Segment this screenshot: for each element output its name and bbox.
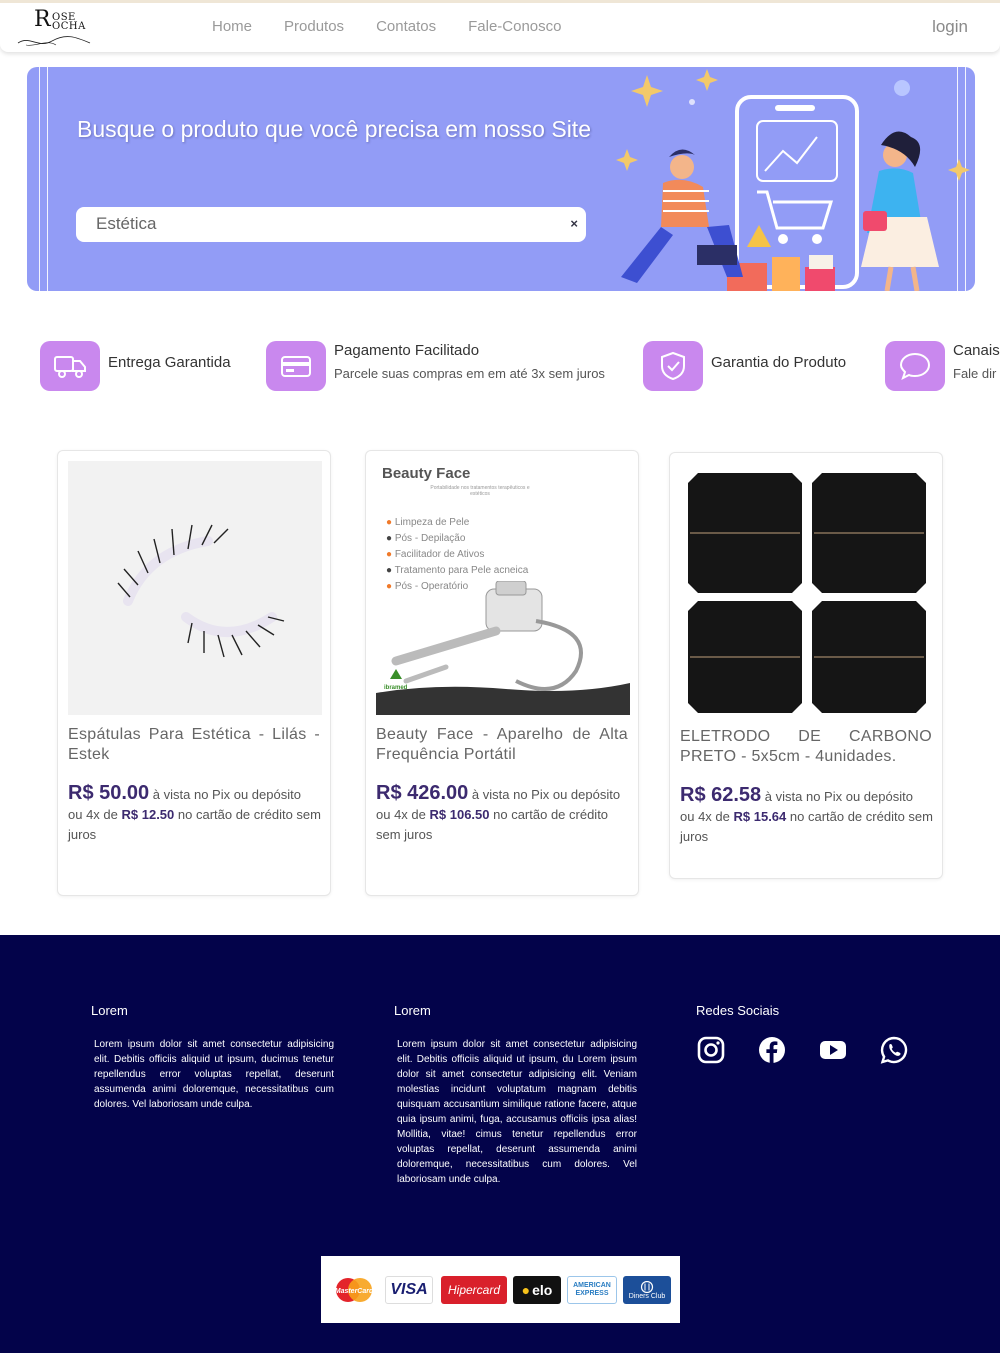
banner-frame-line xyxy=(47,67,48,291)
product-card[interactable]: Beauty Face Portabilidade nos tratamento… xyxy=(365,450,639,896)
price-note: à vista no Pix ou depósito xyxy=(152,787,301,802)
feature-title: Garantia do Produto xyxy=(711,354,847,371)
instagram-icon[interactable] xyxy=(696,1035,726,1065)
image-bullet: Tratamento para Pele acneica xyxy=(394,565,529,576)
site-header: R OSE OCHA Home Produtos Contatos Fale-C… xyxy=(0,0,1000,52)
elo-icon: ● elo xyxy=(513,1276,561,1304)
footer-col2-title: Lorem xyxy=(394,1003,431,1018)
feature-subtitle: Parcele suas compras em em até 3x sem ju… xyxy=(334,366,605,381)
hipercard-label: Hipercard xyxy=(447,1283,501,1297)
image-bullet: Facilitador de Ativos xyxy=(394,549,485,560)
price-note: à vista no Pix ou depósito xyxy=(764,789,913,804)
product-price-block: R$ 426.00 à vista no Pix ou depósito ou … xyxy=(376,783,630,845)
visa-label: VISA xyxy=(390,1281,428,1298)
feature-item: Entrega Garantida xyxy=(40,335,260,395)
nav-fale-conosco[interactable]: Fale-Conosco xyxy=(468,18,561,35)
carbon-electrode-image-icon xyxy=(680,463,934,717)
social-links xyxy=(696,1035,940,1065)
product-price: R$ 62.58 xyxy=(680,784,762,806)
installment-prefix: ou 4x de xyxy=(68,807,118,822)
hipercard-icon: Hipercard xyxy=(441,1276,507,1304)
image-brand: ibramed xyxy=(384,685,408,691)
diners-club-icon: Diners Club xyxy=(623,1276,671,1304)
installment-prefix: ou 4x de xyxy=(680,809,730,824)
logo-flourish-icon xyxy=(17,36,91,46)
installment-prefix: ou 4x de xyxy=(376,807,426,822)
feature-title: Canais xyxy=(953,342,1000,359)
hero-banner: Busque o produto que você precisa em nos… xyxy=(27,67,975,291)
whatsapp-icon[interactable] xyxy=(879,1035,909,1065)
amex-label: AMERICAN EXPRESS xyxy=(573,1282,611,1297)
product-card[interactable]: ELETRODO DE CARBONO PRETO - 5x5cm - 4uni… xyxy=(669,452,943,879)
price-note: à vista no Pix ou depósito xyxy=(471,787,621,802)
credit-card-icon xyxy=(266,341,326,391)
features-strip: Entrega Garantida Pagamento Facilitado P… xyxy=(0,335,1000,405)
feature-subtitle: Fale dir xyxy=(953,366,997,381)
image-bullet: Limpeza de Pele xyxy=(394,517,470,528)
footer-social-title: Redes Sociais xyxy=(696,1003,780,1018)
footer-col2-text: Lorem ipsum dolor sit amet consectetur a… xyxy=(397,1039,637,1185)
product-name[interactable]: Beauty Face - Aparelho de Alta Frequênci… xyxy=(376,725,628,765)
mastercard-label: MasterCard xyxy=(335,1288,374,1295)
installment-value: R$ 106.50 xyxy=(429,807,490,822)
truck-icon xyxy=(40,341,100,391)
product-price-block: R$ 50.00 à vista no Pix ou depósito ou 4… xyxy=(68,783,322,845)
elo-label: elo xyxy=(532,1282,553,1298)
device-image-icon xyxy=(376,581,630,715)
feature-item: Canais Fale dir xyxy=(885,335,1000,395)
banner-title: Busque o produto que você precisa em nos… xyxy=(77,116,591,142)
mastercard-icon: MasterCard xyxy=(331,1276,377,1304)
visa-icon: VISA xyxy=(385,1276,433,1304)
site-footer: Lorem Lorem ipsum dolor sit amet consect… xyxy=(0,935,1000,1353)
image-brand-title: Beauty Face xyxy=(382,465,471,482)
footer-col1-title: Lorem xyxy=(91,1003,128,1018)
product-image[interactable] xyxy=(680,463,934,717)
facebook-icon[interactable] xyxy=(757,1035,787,1065)
feature-title: Entrega Garantida xyxy=(108,354,231,371)
product-price: R$ 50.00 xyxy=(68,782,150,804)
amex-icon: AMERICAN EXPRESS xyxy=(567,1276,617,1304)
product-image[interactable]: Beauty Face Portabilidade nos tratamento… xyxy=(376,461,630,715)
installment-value: R$ 15.64 xyxy=(733,809,787,824)
nav-contatos[interactable]: Contatos xyxy=(376,18,436,35)
product-image[interactable] xyxy=(68,461,322,715)
brand-logo[interactable]: R OSE OCHA xyxy=(16,7,92,49)
clear-search-button[interactable]: × xyxy=(570,216,578,231)
image-subtitle: Portabilidade nos tratamentos terapêutic… xyxy=(430,485,530,497)
product-price-block: R$ 62.58 à vista no Pix ou depósito ou 4… xyxy=(680,785,934,847)
search-box[interactable]: × xyxy=(76,207,586,242)
main-nav: Home Produtos Contatos Fale-Conosco xyxy=(212,18,594,35)
shield-check-icon xyxy=(643,341,703,391)
youtube-icon[interactable] xyxy=(818,1035,848,1065)
footer-col1-text: Lorem ipsum dolor sit amet consectetur a… xyxy=(94,1039,334,1110)
nav-home[interactable]: Home xyxy=(212,18,252,35)
diners-label: Diners Club xyxy=(628,1292,666,1300)
payment-methods: MasterCard VISA Hipercard ● elo AMERICAN … xyxy=(321,1256,680,1323)
feature-item: Garantia do Produto xyxy=(643,335,873,395)
login-link[interactable]: login xyxy=(932,17,968,37)
nav-produtos[interactable]: Produtos xyxy=(284,18,344,35)
logo-text: OSE OCHA xyxy=(52,12,86,32)
feature-item: Pagamento Facilitado Parcele suas compra… xyxy=(266,335,626,395)
banner-frame-line xyxy=(39,67,40,291)
logo-monogram: R xyxy=(34,7,51,32)
chat-bubble-icon xyxy=(885,341,945,391)
shopping-illustration-icon xyxy=(616,69,970,291)
image-bullet: Pós - Depilação xyxy=(394,533,466,544)
feature-title: Pagamento Facilitado xyxy=(334,342,480,359)
product-name[interactable]: Espátulas Para Estética - Lilás - Estek xyxy=(68,725,320,765)
product-price: R$ 426.00 xyxy=(376,782,469,804)
eyelash-image-icon xyxy=(68,461,322,715)
product-name[interactable]: ELETRODO DE CARBONO PRETO - 5x5cm - 4uni… xyxy=(680,727,932,767)
product-card[interactable]: Espátulas Para Estética - Lilás - Estek … xyxy=(57,450,331,896)
search-input[interactable] xyxy=(96,214,546,234)
installment-value: R$ 12.50 xyxy=(121,807,175,822)
